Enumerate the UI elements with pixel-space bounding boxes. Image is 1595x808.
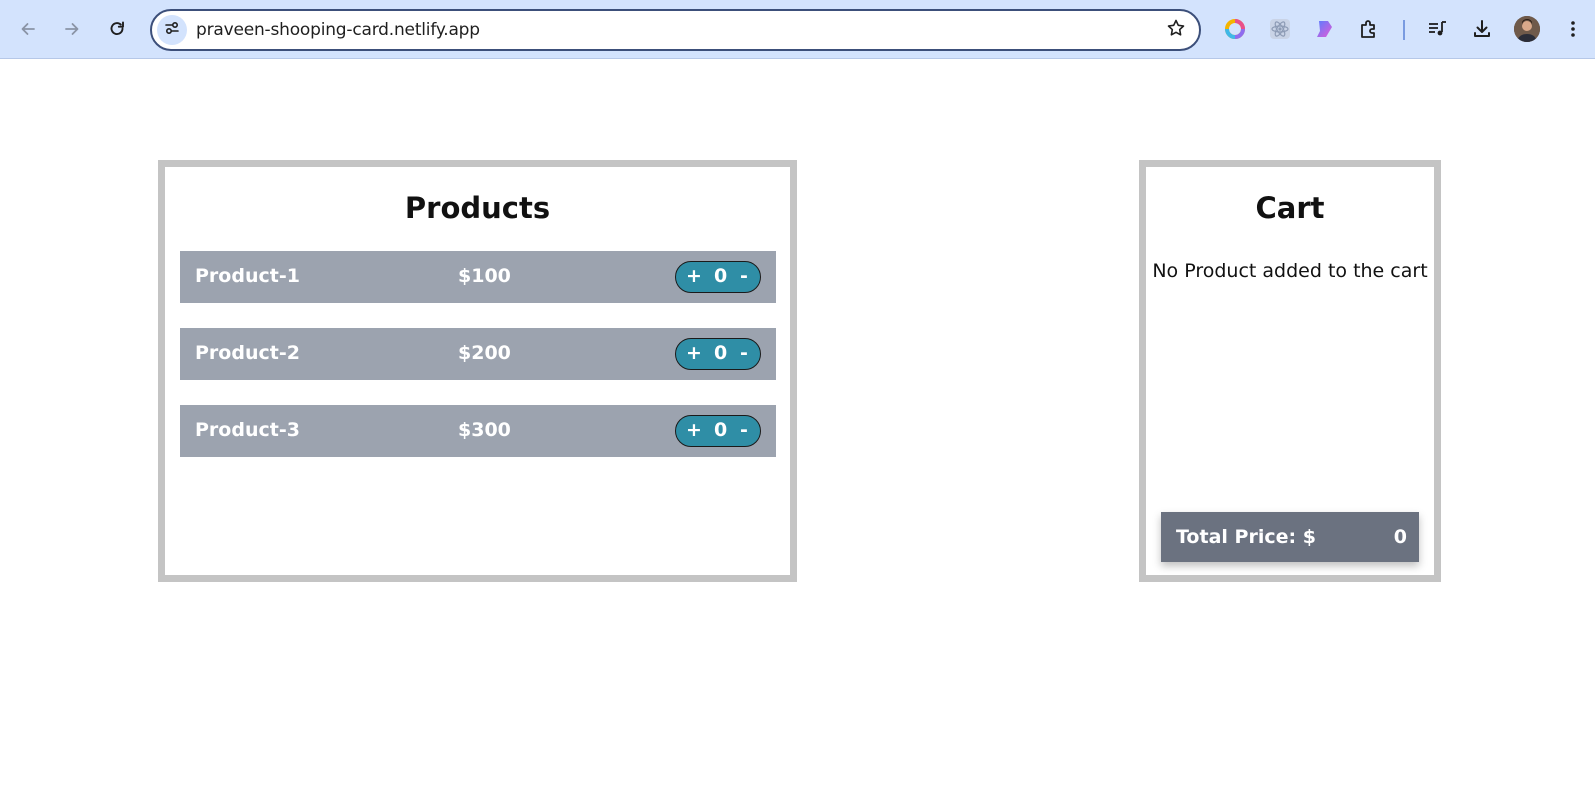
product-row: Product-3 $300 + 0 - [180, 405, 776, 457]
url-text[interactable]: praveen-shooping-card.netlify.app [196, 20, 480, 40]
product-price: $200 [458, 342, 511, 364]
decrement-button[interactable]: - [740, 342, 748, 364]
back-button[interactable] [11, 12, 45, 46]
decrement-button[interactable]: - [740, 419, 748, 441]
gradient-shape-icon [1313, 18, 1335, 40]
reload-icon [107, 19, 127, 39]
product-row: Product-1 $100 + 0 - [180, 251, 776, 303]
product-price: $300 [458, 419, 511, 441]
puzzle-icon [1358, 18, 1380, 40]
product-name: Product-1 [195, 265, 300, 287]
toolbar-divider [1403, 20, 1405, 40]
total-price-bar: Total Price: $ 0 [1161, 512, 1419, 562]
browser-toolbar: praveen-shooping-card.netlify.app [0, 0, 1595, 59]
quantity-value: 0 [714, 265, 728, 287]
quantity-stepper: + 0 - [675, 338, 761, 370]
decrement-button[interactable]: - [740, 265, 748, 287]
quantity-stepper: + 0 - [675, 261, 761, 293]
react-icon [1269, 18, 1291, 40]
cart-empty-message: No Product added to the cart [1152, 260, 1428, 282]
increment-button[interactable]: + [686, 342, 702, 364]
media-controls-button[interactable] [1420, 12, 1454, 46]
quantity-stepper: + 0 - [675, 415, 761, 447]
product-row: Product-2 $200 + 0 - [180, 328, 776, 380]
bookmark-button[interactable] [1161, 15, 1191, 45]
cart-panel: Cart No Product added to the cart Total … [1139, 160, 1441, 582]
increment-button[interactable]: + [686, 265, 702, 287]
browser-menu-button[interactable] [1556, 12, 1590, 46]
arrow-left-icon [18, 19, 38, 39]
downloads-button[interactable] [1465, 12, 1499, 46]
total-price-label: Total Price: $ [1176, 526, 1316, 548]
star-icon [1166, 18, 1186, 42]
reload-button[interactable] [100, 12, 134, 46]
quantity-value: 0 [714, 342, 728, 364]
product-price: $100 [458, 265, 511, 287]
download-icon [1471, 18, 1493, 40]
increment-button[interactable]: + [686, 419, 702, 441]
total-price-value: 0 [1393, 526, 1407, 548]
profile-avatar[interactable] [1514, 16, 1540, 42]
quantity-value: 0 [714, 419, 728, 441]
color-wheel-icon [1224, 18, 1246, 40]
product-name: Product-3 [195, 419, 300, 441]
extension-button-1[interactable] [1218, 12, 1252, 46]
queue-music-icon [1426, 18, 1448, 40]
extensions-button[interactable] [1352, 12, 1386, 46]
extension-button-3[interactable] [1307, 12, 1341, 46]
cart-title: Cart [1255, 191, 1325, 225]
site-info-button[interactable] [157, 15, 187, 45]
extension-button-2[interactable] [1263, 12, 1297, 46]
address-bar[interactable]: praveen-shooping-card.netlify.app [150, 9, 1201, 51]
product-name: Product-2 [195, 342, 300, 364]
products-panel: Products Product-1 $100 + 0 - Product-2 … [158, 160, 797, 582]
forward-button[interactable] [55, 12, 89, 46]
arrow-right-icon [62, 19, 82, 39]
tune-icon [163, 19, 181, 41]
kebab-menu-icon [1570, 19, 1576, 39]
products-title: Products [404, 191, 551, 225]
